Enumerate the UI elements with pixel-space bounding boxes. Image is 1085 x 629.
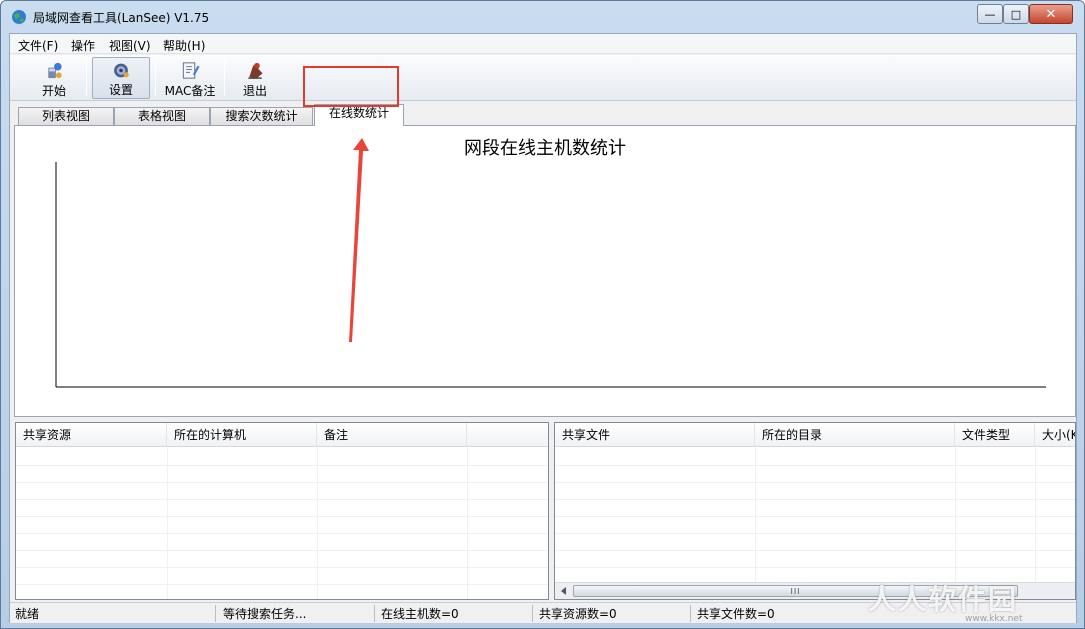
annotation-arrow (349, 138, 369, 342)
watermark-url: www.kkx.net (965, 614, 1023, 624)
red-arrow-icon (349, 138, 369, 342)
watermark-logo: 人人软件园 (868, 583, 1019, 616)
